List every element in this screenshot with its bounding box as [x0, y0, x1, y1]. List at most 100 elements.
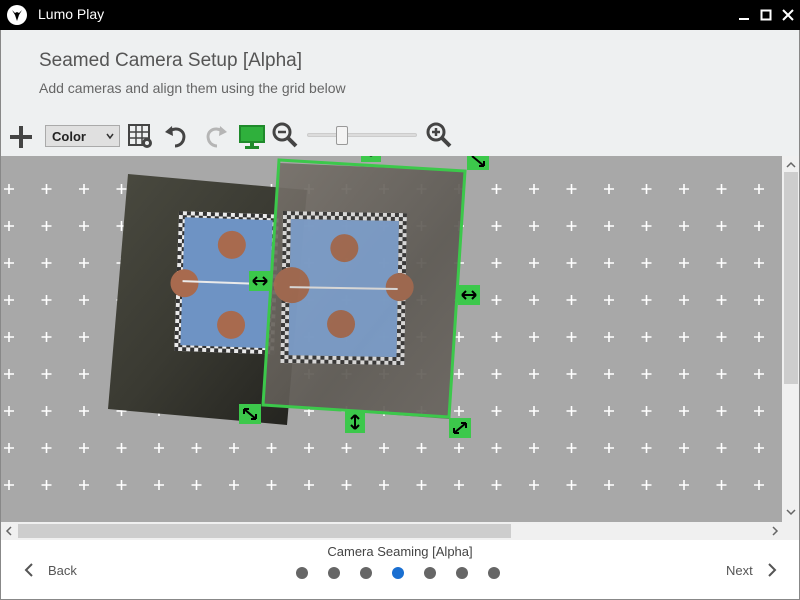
- grid-marker: [529, 369, 539, 379]
- step-dot[interactable]: [424, 567, 436, 579]
- grid-marker: [379, 480, 389, 490]
- grid-marker: [754, 443, 764, 453]
- handle-right[interactable]: [458, 285, 480, 305]
- grid-settings-button[interactable]: [126, 122, 154, 150]
- grid-marker: [641, 221, 652, 231]
- minimize-button[interactable]: [734, 5, 754, 25]
- color-mode-select[interactable]: Color: [45, 125, 120, 147]
- grid-marker: [529, 406, 539, 416]
- grid-marker: [304, 480, 314, 490]
- step-dot[interactable]: [488, 567, 500, 579]
- grid-marker: [566, 369, 577, 379]
- grid-marker: [604, 295, 614, 305]
- zoom-out-button[interactable]: [270, 120, 300, 150]
- preview-monitor-button[interactable]: [236, 120, 268, 152]
- grid-marker: [754, 406, 764, 416]
- grid-marker: [641, 332, 652, 342]
- grid-marker: [566, 221, 577, 231]
- next-button[interactable]: Next: [726, 560, 779, 580]
- add-camera-button[interactable]: [6, 122, 36, 152]
- minimize-icon: [739, 18, 749, 20]
- grid-marker: [116, 184, 127, 194]
- title-bar: Lumo Play: [0, 0, 800, 30]
- grid-marker: [79, 184, 89, 194]
- monitor-icon: [239, 125, 265, 149]
- zoom-slider-track[interactable]: [307, 133, 417, 137]
- chevron-left-icon: [5, 526, 12, 536]
- grid-marker: [4, 480, 14, 490]
- grid-marker: [641, 184, 652, 194]
- scroll-up-button[interactable]: [784, 158, 798, 172]
- grid-marker: [754, 258, 764, 268]
- scroll-right-button[interactable]: [768, 524, 782, 538]
- grid-marker: [41, 184, 52, 194]
- grid-marker: [716, 369, 727, 379]
- grid-marker: [191, 480, 202, 490]
- scroll-left-button[interactable]: [2, 524, 16, 538]
- grid-marker: [529, 221, 539, 231]
- back-button[interactable]: Back: [22, 560, 77, 580]
- handle-rotate-bottom-right[interactable]: [449, 418, 471, 438]
- maximize-button[interactable]: [756, 5, 776, 25]
- zoom-out-icon: [272, 122, 298, 148]
- grid-marker: [754, 295, 764, 305]
- step-dot[interactable]: [328, 567, 340, 579]
- handle-rotate-bottom-left[interactable]: [239, 404, 261, 424]
- next-label: Next: [726, 562, 753, 578]
- fox-logo-icon: [7, 5, 27, 25]
- step-dot[interactable]: [360, 567, 372, 579]
- grid-marker: [154, 443, 164, 453]
- chevron-right-icon: [772, 526, 779, 536]
- handle-rotate-top-right[interactable]: [467, 156, 489, 170]
- grid-marker: [41, 369, 52, 379]
- grid-marker: [529, 258, 539, 268]
- grid-marker: [454, 480, 464, 490]
- grid-marker: [454, 443, 464, 453]
- grid-marker: [566, 406, 577, 416]
- grid-marker: [41, 480, 52, 490]
- grid-marker: [754, 332, 764, 342]
- handle-top[interactable]: [361, 156, 381, 162]
- grid-marker: [716, 406, 727, 416]
- handle-bottom[interactable]: [345, 411, 365, 433]
- grid-marker: [529, 295, 539, 305]
- grid-marker: [641, 295, 652, 305]
- grid-marker: [679, 221, 689, 231]
- grid-marker: [304, 443, 314, 453]
- scroll-down-button[interactable]: [784, 505, 798, 519]
- grid-marker: [4, 221, 14, 231]
- redo-button[interactable]: [202, 122, 230, 150]
- close-button[interactable]: [778, 5, 798, 25]
- grid-marker: [566, 295, 577, 305]
- grid-marker: [41, 332, 52, 342]
- horizontal-scroll-thumb[interactable]: [18, 524, 511, 538]
- grid-marker: [566, 184, 577, 194]
- grid-marker: [491, 443, 502, 453]
- grid-marker: [716, 184, 727, 194]
- grid-marker: [191, 443, 202, 453]
- back-label: Back: [48, 562, 77, 578]
- handle-left[interactable]: [249, 271, 271, 291]
- undo-button[interactable]: [162, 122, 190, 150]
- grid-marker: [491, 258, 502, 268]
- grid-marker: [529, 332, 539, 342]
- grid-marker: [604, 480, 614, 490]
- grid-marker: [604, 221, 614, 231]
- grid-marker: [4, 369, 14, 379]
- zoom-slider-thumb[interactable]: [336, 126, 348, 145]
- camera-feed-2[interactable]: [261, 158, 467, 419]
- grid-settings-icon: [128, 124, 152, 148]
- zoom-in-button[interactable]: [424, 120, 454, 150]
- chevron-left-icon: [24, 563, 33, 577]
- page-header: Seamed Camera Setup [Alpha] Add cameras …: [0, 30, 800, 156]
- chevron-down-icon: [786, 509, 796, 516]
- grid-marker: [79, 406, 89, 416]
- seaming-canvas[interactable]: [0, 156, 782, 522]
- grid-marker: [716, 332, 727, 342]
- step-dot[interactable]: [392, 567, 404, 579]
- grid-marker: [229, 480, 239, 490]
- step-dot[interactable]: [296, 567, 308, 579]
- vertical-scroll-thumb[interactable]: [784, 172, 798, 384]
- step-dot[interactable]: [456, 567, 468, 579]
- grid-marker: [454, 406, 464, 416]
